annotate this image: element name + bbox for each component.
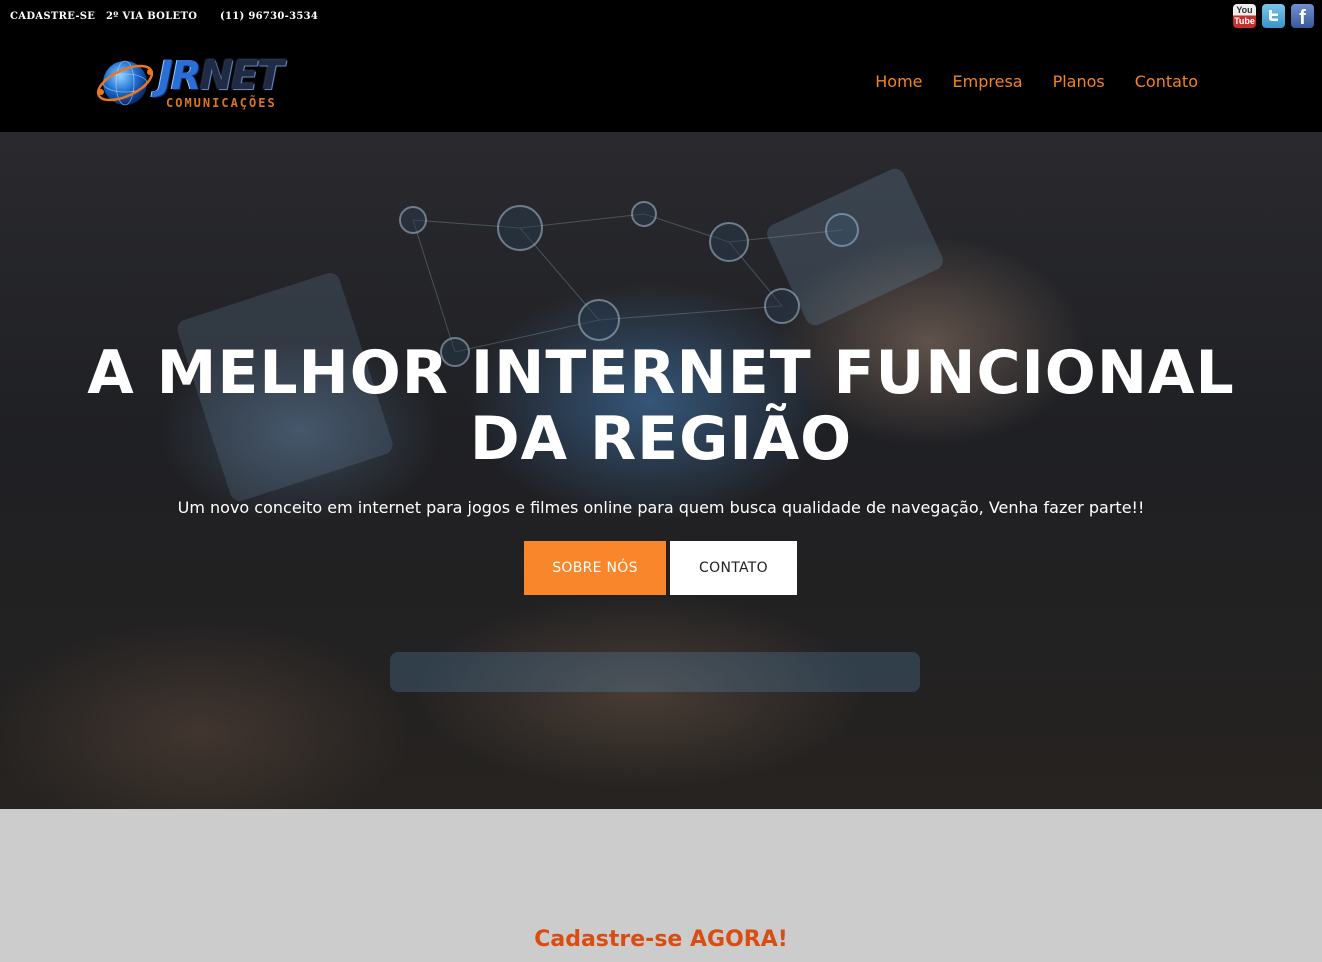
hero-subtitle: Um novo conceito em internet para jogos …	[177, 498, 1145, 517]
top-links: CADASTRE-SE 2º VIA BOLETO (11) 96730-353…	[10, 11, 325, 22]
about-button[interactable]: SOBRE NÓS	[524, 541, 666, 595]
brand-name: JRNET	[158, 53, 284, 99]
globe-icon	[96, 60, 154, 106]
hero-title: A MELHOR INTERNET FUNCIONAL DA REGIÃO	[87, 338, 1235, 474]
twitter-icon[interactable]	[1262, 4, 1285, 28]
contact-button[interactable]: CONTATO	[670, 541, 797, 595]
phone-number: (11) 96730-3534	[220, 11, 319, 22]
top-bar: CADASTRE-SE 2º VIA BOLETO (11) 96730-353…	[0, 0, 1322, 34]
invoice-link[interactable]: 2º VIA BOLETO	[106, 11, 197, 22]
nav-home[interactable]: Home	[875, 72, 922, 91]
social-links: You Tube f	[1233, 4, 1314, 28]
nav-planos[interactable]: Planos	[1053, 72, 1105, 91]
brand-tagline: COMUNICAÇÕES	[166, 96, 277, 110]
signup-heading: Cadastre-se AGORA!	[534, 927, 788, 952]
main-nav: Home Empresa Planos Contato	[875, 72, 1198, 91]
facebook-icon[interactable]: f	[1291, 4, 1314, 28]
nav-empresa[interactable]: Empresa	[953, 72, 1023, 91]
hero-banner: A MELHOR INTERNET FUNCIONAL DA REGIÃO Um…	[0, 132, 1322, 809]
register-link[interactable]: CADASTRE-SE	[10, 11, 95, 22]
youtube-icon[interactable]: You Tube	[1233, 4, 1256, 28]
brand-logo[interactable]: JRNET COMUNICAÇÕES	[92, 50, 297, 116]
hero-actions: SOBRE NÓS CONTATO	[524, 541, 797, 595]
signup-section: Cadastre-se AGORA!	[0, 809, 1322, 962]
nav-contato[interactable]: Contato	[1135, 72, 1198, 91]
site-header: JRNET COMUNICAÇÕES Home Empresa Planos C…	[0, 34, 1322, 132]
